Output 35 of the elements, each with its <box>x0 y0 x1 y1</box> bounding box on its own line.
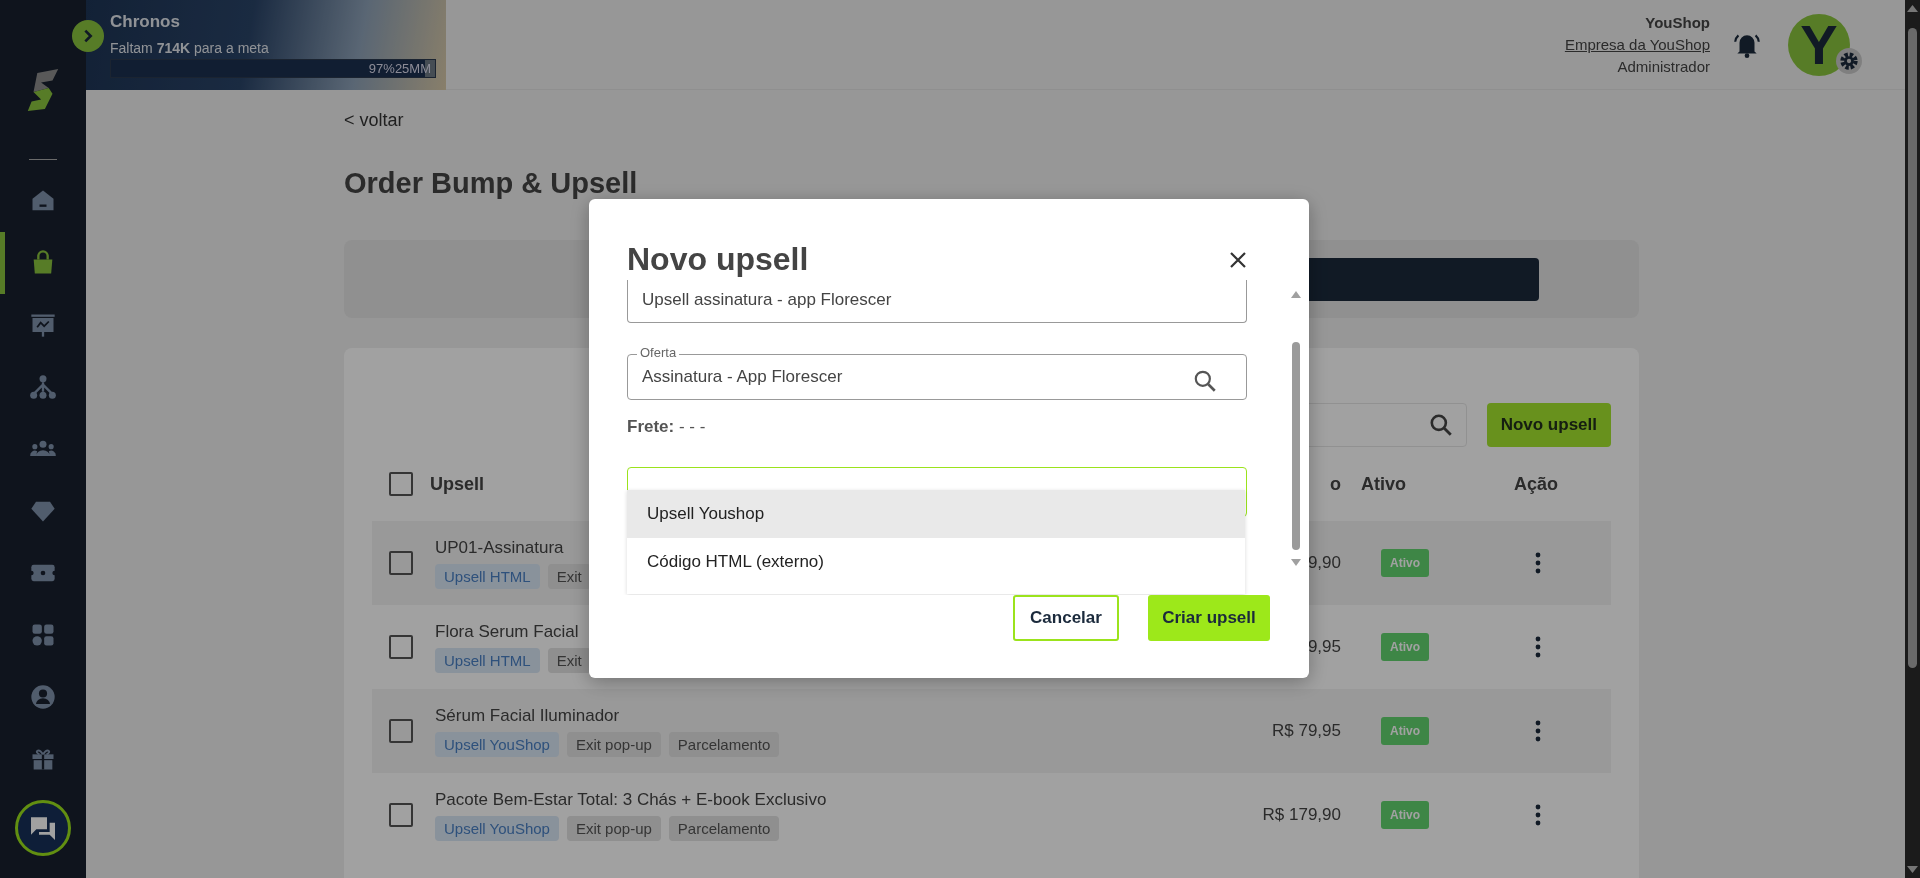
status-badge: Ativo <box>1381 549 1429 577</box>
tag: Upsell YouShop <box>435 731 559 757</box>
price-cell-text: R$ 179,90 <box>1261 805 1342 825</box>
column-header: Ativo <box>1361 473 1407 495</box>
tag: Upsell HTML <box>435 647 540 673</box>
upsell-name: UP01-Assinatura <box>435 537 564 558</box>
account-name: YouShop <box>1645 12 1710 33</box>
column-header: Ação <box>1513 473 1559 495</box>
field-label: Oferta <box>637 345 680 360</box>
tag: Parcelamento <box>668 731 780 757</box>
tag: Exit pop-up <box>566 731 661 757</box>
status-badge: Ativo <box>1381 801 1429 829</box>
shipping-text: Frete: - - - <box>627 417 707 437</box>
price-cell-text: 9,95 <box>1306 637 1342 657</box>
progress-label: 97%25MM <box>368 61 431 76</box>
tag: Exit <box>547 647 591 673</box>
banner-title: Chronos <box>110 12 181 32</box>
upsell-name: Pacote Bem-Estar Total: 3 Chás + E-book Exclusivo <box>435 789 827 810</box>
tag: Upsell HTML <box>435 563 540 589</box>
price-cell-text: R$ 79,95 <box>1271 721 1342 741</box>
banner-subtitle: Faltam 714K para a meta <box>110 40 270 56</box>
price-cell-text: 9,90 <box>1306 553 1342 573</box>
tag: Exit pop-up <box>566 815 661 841</box>
modal-title: Novo upsell <box>627 241 809 278</box>
tag: Upsell YouShop <box>435 815 559 841</box>
status-badge: Ativo <box>1381 633 1429 661</box>
page-title: Order Bump & Upsell <box>344 167 639 200</box>
account-role: Administrador <box>1617 56 1710 77</box>
column-header: o <box>1329 473 1342 495</box>
tag: Exit <box>547 563 591 589</box>
column-header: Upsell <box>430 473 486 495</box>
tag: Parcelamento <box>668 815 780 841</box>
upsell-name: Flora Serum Facial <box>435 621 579 642</box>
upsell-name: Sérum Facial Iluminador <box>435 705 620 726</box>
status-badge: Ativo <box>1381 717 1429 745</box>
